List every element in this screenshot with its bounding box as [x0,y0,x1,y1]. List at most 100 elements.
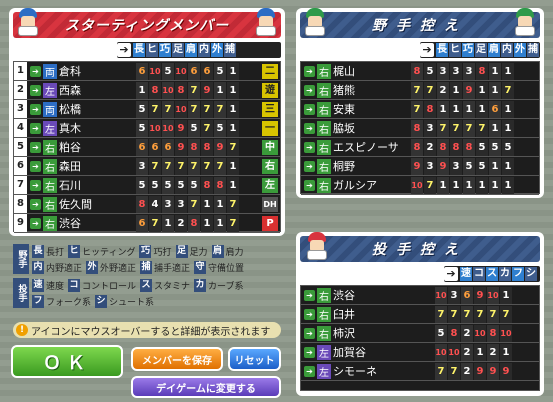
reset-button[interactable]: リセット [228,347,281,371]
column-header-6[interactable]: 外 [514,43,526,57]
position-badge[interactable]: DH [262,196,278,212]
list-item[interactable]: 7 ➔ 右石川 5 5 5 5 5 8 8 1 左 [14,176,280,195]
column-header-0[interactable]: 長 [436,43,448,57]
player-name[interactable]: エスピノーサ [333,139,399,155]
list-item[interactable]: ➔ 右臼井 7 7 7 7 7 7 [301,305,539,324]
move-arrow-icon[interactable]: ➔ [304,308,315,320]
move-arrow-icon[interactable]: ➔ [304,289,315,301]
player-name[interactable]: 渋谷 [333,287,355,303]
column-header-0[interactable]: 長 [133,43,145,57]
player-name[interactable]: シモーネ [333,363,377,379]
list-item[interactable]: ➔ 右エスピノーサ 8 2 8 8 8 5 5 5 [301,138,539,157]
list-item[interactable]: ➔ 左加賀谷 10 10 2 1 2 1 [301,343,539,362]
column-header-1[interactable]: コ [473,267,485,281]
column-header-2[interactable]: 巧 [159,43,171,57]
move-arrow-icon[interactable]: ➔ [30,141,41,153]
move-arrow-icon[interactable]: ➔ [304,84,315,96]
move-arrow-icon[interactable]: ➔ [304,346,315,358]
player-name[interactable]: 森田 [59,158,81,174]
player-name[interactable]: 真木 [59,120,81,136]
player-name[interactable]: 脇坂 [333,120,355,136]
position-badge[interactable]: 左 [262,177,278,193]
list-item[interactable]: ➔ 右柿沢 5 8 2 10 8 10 [301,324,539,343]
list-item[interactable]: 9 ➔ 右渋谷 6 7 1 2 8 1 1 7 P [14,214,280,233]
column-header-3[interactable]: カ [499,267,511,281]
move-arrow-icon[interactable]: ➔ [304,179,315,191]
position-badge[interactable]: 三 [262,101,278,117]
column-header-3[interactable]: 足 [172,43,184,57]
position-badge[interactable]: 一 [262,120,278,136]
column-header-1[interactable]: ヒ [146,43,158,57]
player-name[interactable]: 柿沢 [333,325,355,341]
player-name[interactable]: 倉科 [59,63,81,79]
position-badge[interactable]: P [262,215,278,231]
column-header-2[interactable]: ス [486,267,498,281]
player-name[interactable]: 渋谷 [59,215,81,231]
ok-button[interactable]: ＯＫ [11,345,123,378]
list-item[interactable]: ➔ 左シモーネ 7 7 2 9 9 9 [301,362,539,381]
sort-arrow-icon[interactable]: ➔ [117,43,131,57]
move-arrow-icon[interactable]: ➔ [30,84,41,96]
column-header-3[interactable]: 足 [475,43,487,57]
position-badge[interactable]: 中 [262,139,278,155]
column-header-4[interactable]: 肩 [185,43,197,57]
move-arrow-icon[interactable]: ➔ [30,179,41,191]
move-arrow-icon[interactable]: ➔ [30,65,41,77]
sort-arrow-icon[interactable]: ➔ [420,43,434,57]
list-item[interactable]: 6 ➔ 右森田 3 7 7 7 7 7 7 1 右 [14,157,280,176]
sort-arrow-icon[interactable]: ➔ [444,267,458,281]
list-item[interactable]: ➔ 右脇坂 8 3 7 7 7 7 1 1 [301,119,539,138]
list-item[interactable]: 2 ➔ 左西森 1 8 10 8 7 9 1 1 遊 [14,81,280,100]
list-item[interactable]: ➔ 右梶山 8 5 3 3 3 8 1 1 [301,62,539,81]
move-arrow-icon[interactable]: ➔ [304,103,315,115]
player-name[interactable]: ガルシア [333,177,377,193]
move-arrow-icon[interactable]: ➔ [304,327,315,339]
move-arrow-icon[interactable]: ➔ [304,122,315,134]
column-header-5[interactable]: 内 [198,43,210,57]
player-name[interactable]: 加賀谷 [333,344,366,360]
column-header-2[interactable]: 巧 [462,43,474,57]
column-header-4[interactable]: フ [512,267,524,281]
position-badge[interactable]: 遊 [262,82,278,98]
column-header-5[interactable]: シ [525,267,537,281]
move-arrow-icon[interactable]: ➔ [30,198,41,210]
player-name[interactable]: 梶山 [333,63,355,79]
list-item[interactable]: ➔ 右渋谷 10 3 6 9 10 1 [301,286,539,305]
move-arrow-icon[interactable]: ➔ [30,160,41,172]
column-header-6[interactable]: 外 [211,43,223,57]
column-header-0[interactable]: 速 [460,267,472,281]
list-item[interactable]: ➔ 右ガルシア 10 7 1 1 1 1 1 1 [301,176,539,195]
move-arrow-icon[interactable]: ➔ [304,365,315,377]
player-name[interactable]: 猪熊 [333,82,355,98]
column-header-5[interactable]: 内 [501,43,513,57]
move-arrow-icon[interactable]: ➔ [30,217,41,229]
day-game-button[interactable]: デイゲームに変更する [131,376,281,398]
position-badge[interactable]: 右 [262,158,278,174]
move-arrow-icon[interactable]: ➔ [30,103,41,115]
player-name[interactable]: 佐久間 [59,196,92,212]
move-arrow-icon[interactable]: ➔ [304,141,315,153]
column-header-7[interactable]: 捕 [224,43,236,57]
column-header-1[interactable]: ヒ [449,43,461,57]
list-item[interactable]: 8 ➔ 右佐久間 8 4 3 3 7 1 1 7 DH [14,195,280,214]
column-header-4[interactable]: 肩 [488,43,500,57]
player-name[interactable]: 西森 [59,82,81,98]
position-badge[interactable]: 二 [262,63,278,79]
player-name[interactable]: 臼井 [333,306,355,322]
list-item[interactable]: ➔ 右猪熊 7 7 2 1 9 1 1 7 [301,81,539,100]
player-name[interactable]: 桐野 [333,158,355,174]
list-item[interactable]: ➔ 右安東 7 8 1 1 1 1 6 1 [301,100,539,119]
move-arrow-icon[interactable]: ➔ [304,65,315,77]
list-item[interactable]: 5 ➔ 右粕谷 6 6 6 9 8 8 9 7 中 [14,138,280,157]
move-arrow-icon[interactable]: ➔ [304,160,315,172]
player-name[interactable]: 粕谷 [59,139,81,155]
column-header-7[interactable]: 捕 [527,43,539,57]
list-item[interactable]: 1 ➔ 両倉科 6 10 5 10 6 6 5 1 二 [14,62,280,81]
list-item[interactable]: ➔ 右桐野 9 3 9 3 5 5 1 1 [301,157,539,176]
list-item[interactable]: 3 ➔ 両松橋 5 7 7 10 7 7 7 1 三 [14,100,280,119]
list-item[interactable]: 4 ➔ 左真木 5 10 10 9 5 7 5 1 一 [14,119,280,138]
save-member-button[interactable]: メンバーを保存 [131,347,223,371]
player-name[interactable]: 松橋 [59,101,81,117]
move-arrow-icon[interactable]: ➔ [30,122,41,134]
player-name[interactable]: 石川 [59,177,81,193]
